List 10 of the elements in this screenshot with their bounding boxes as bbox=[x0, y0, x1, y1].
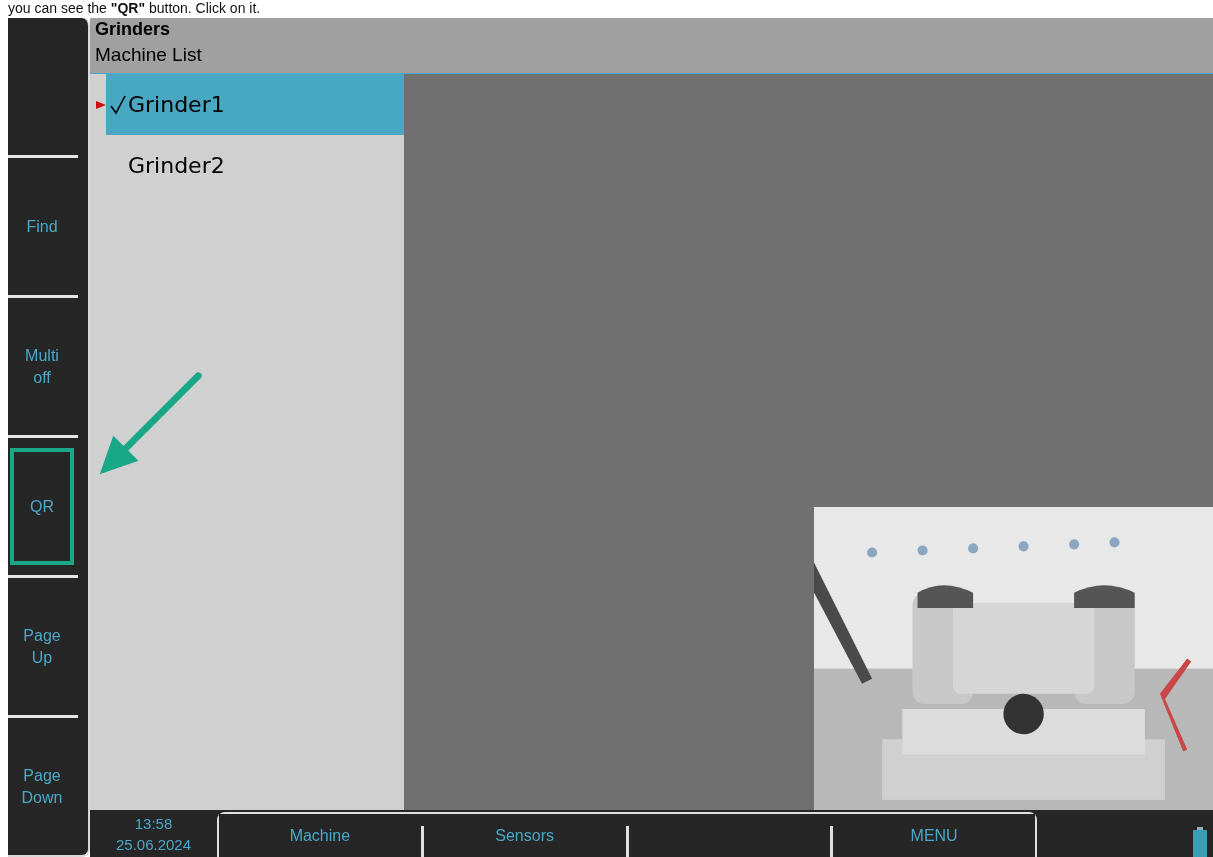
battery-icon bbox=[1193, 827, 1207, 857]
clock-time: 13:58 bbox=[134, 813, 173, 834]
caption: you can see the "QR" button. Click on it. bbox=[7, 0, 262, 18]
clock-date: 25.06.2024 bbox=[115, 834, 192, 855]
side-softkey[interactable]: QR bbox=[10, 448, 74, 565]
machine-item[interactable]: Grinder2 bbox=[106, 135, 404, 196]
header-title: Grinders bbox=[95, 18, 172, 40]
machine-name: Grinder1 bbox=[128, 92, 225, 117]
machine-name: Grinder2 bbox=[128, 153, 225, 178]
header-subtitle: Machine List bbox=[95, 43, 203, 67]
